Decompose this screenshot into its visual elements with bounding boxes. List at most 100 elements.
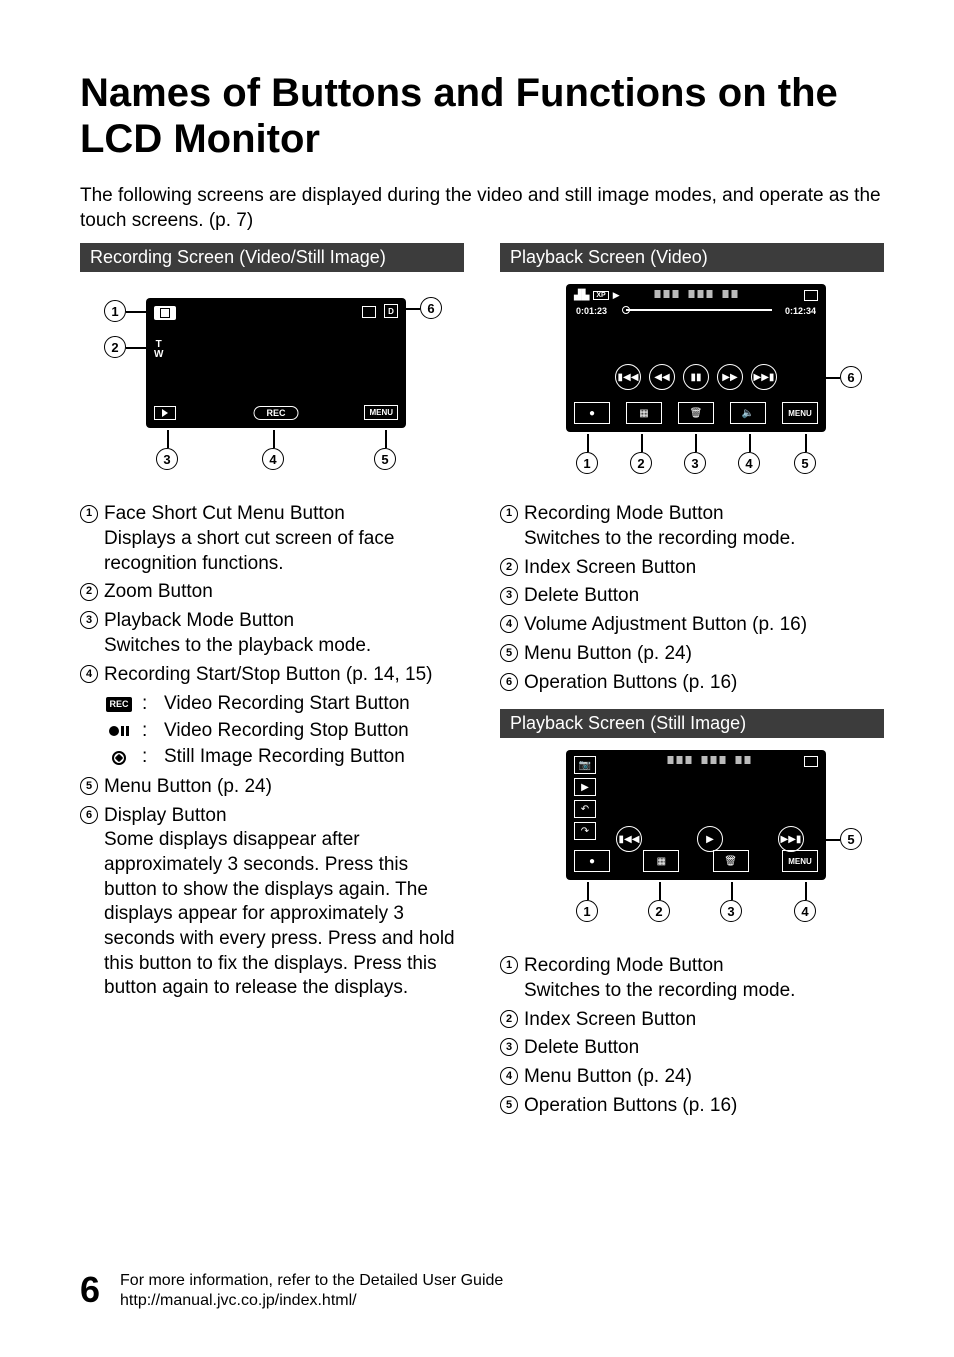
list-item-body: Display ButtonSome displays disappear af…: [104, 804, 464, 1002]
section-bar-playback-still: Playback Screen (Still Image): [500, 709, 884, 738]
camera-icon: 📷: [574, 756, 596, 774]
callout-3: 3: [720, 900, 742, 922]
list-item-body: Index Screen Button: [524, 556, 884, 581]
icon-sublist-item: :Still Image Recording Button: [104, 744, 464, 771]
list-item-desc: Some displays disappear after approximat…: [104, 828, 464, 1001]
callout-1: 1: [576, 452, 598, 474]
list-number: 4: [500, 1067, 524, 1090]
list-item-desc: Switches to the recording mode.: [524, 979, 884, 1004]
leader-line: [810, 839, 840, 841]
callout-5: 5: [840, 828, 862, 850]
list-item-body: Volume Adjustment Button (p. 16): [524, 613, 884, 638]
list-item: 1Face Short Cut Menu ButtonDisplays a sh…: [80, 502, 464, 576]
footer-line-1: For more information, refer to the Detai…: [120, 1271, 503, 1291]
list-item: 3Delete Button: [500, 1036, 884, 1061]
still-toolbar: ● ▦ 🗑 MENU: [574, 850, 818, 872]
callout-4: 4: [262, 448, 284, 470]
list-item-body: Recording Mode ButtonSwitches to the rec…: [524, 502, 884, 551]
icon-sublist-item: :Video Recording Stop Button: [104, 718, 464, 745]
list-item-title: Operation Buttons (p. 16): [524, 1094, 884, 1119]
list-item-title: Volume Adjustment Button (p. 16): [524, 613, 884, 638]
leader-line: [167, 430, 169, 448]
leader-line: [385, 430, 387, 448]
page-title: Names of Buttons and Functions on the LC…: [80, 70, 884, 162]
callout-6: 6: [420, 297, 442, 319]
list-item: 1Recording Mode ButtonSwitches to the re…: [500, 502, 884, 551]
colon: :: [142, 691, 156, 718]
prev-image-icon: ▮◀◀: [616, 826, 642, 852]
list-item-body: Operation Buttons (p. 16): [524, 671, 884, 696]
icon-sublist: REC:Video Recording Start Button:Video R…: [104, 691, 464, 771]
leader-line: [659, 882, 661, 900]
playback-op-row: ▮◀◀ ◀◀ ▮▮ ▶▶ ▶▶▮: [566, 364, 826, 390]
list-item: 4Menu Button (p. 24): [500, 1065, 884, 1090]
index-screen-icon: ▦: [626, 402, 662, 424]
list-item-body: Menu Button (p. 24): [524, 642, 884, 667]
volume-icon: 🔈: [730, 402, 766, 424]
leader-line: [805, 882, 807, 900]
list-item-title: Menu Button (p. 24): [524, 642, 884, 667]
col-right: Playback Screen (Video) ▟▙ XP ▶: [500, 243, 884, 1122]
page-footer: 6 For more information, refer to the Det…: [80, 1269, 503, 1311]
figure-recording: T W D REC MENU 1 2 6 3 4: [102, 284, 464, 484]
callout-1: 1: [104, 300, 126, 322]
callout-1: 1: [576, 900, 598, 922]
sd-card-icon: [804, 756, 818, 767]
leader-line: [804, 377, 840, 379]
section-bar-recording: Recording Screen (Video/Still Image): [80, 243, 464, 272]
list-item: 3Playback Mode ButtonSwitches to the pla…: [80, 609, 464, 658]
list-number: 2: [500, 1010, 524, 1033]
list-recording: 1Face Short Cut Menu ButtonDisplays a sh…: [80, 502, 464, 1001]
lcd-screen-playback-still: 📷 ▶ ↶ ↷ ▮◀◀ ▶: [566, 750, 826, 880]
list-number: 5: [500, 1096, 524, 1119]
list-number: 1: [500, 504, 524, 551]
list-item-title: Index Screen Button: [524, 1008, 884, 1033]
list-number: 4: [80, 665, 104, 771]
lcd-screen-recording: T W D REC MENU: [146, 298, 406, 428]
face-shortcut-icon: [154, 306, 176, 320]
list-item: 2Index Screen Button: [500, 556, 884, 581]
figure-playback-video: ▟▙ XP ▶ 0:01:23: [522, 284, 884, 484]
list-item: 2Index Screen Button: [500, 1008, 884, 1033]
still-rec-icon: [104, 751, 134, 765]
prev-file-icon: ▮◀◀: [615, 364, 641, 390]
leader-line: [126, 347, 152, 349]
list-item-title: Menu Button (p. 24): [524, 1065, 884, 1090]
playback-timeline: [626, 309, 772, 311]
list-item: 4Recording Start/Stop Button (p. 14, 15)…: [80, 663, 464, 771]
section-bar-playback-video: Playback Screen (Video): [500, 243, 884, 272]
recording-mode-icon: ●: [574, 402, 610, 424]
icon-sublist-item: REC:Video Recording Start Button: [104, 691, 464, 718]
playback-toolbar: ● ▦ 🗑 🔈 MENU: [574, 402, 818, 424]
list-item: 5Menu Button (p. 24): [80, 775, 464, 800]
filename-segments: [668, 756, 751, 764]
list-number: 4: [500, 615, 524, 638]
list-item-title: Display Button: [104, 804, 464, 829]
list-number: 2: [500, 558, 524, 581]
list-item-desc: Switches to the recording mode.: [524, 527, 884, 552]
list-item: 2Zoom Button: [80, 580, 464, 605]
forward-icon: ▶▶: [717, 364, 743, 390]
list-number: 1: [500, 956, 524, 1003]
lcd-screen-playback-video: ▟▙ XP ▶ 0:01:23: [566, 284, 826, 432]
zoom-control-icon: T W: [154, 340, 163, 360]
leader-line: [587, 882, 589, 900]
rec-stop-icon: [104, 726, 134, 736]
list-number: 1: [80, 504, 104, 576]
pause-icon: ▮▮: [683, 364, 709, 390]
leader-line: [641, 434, 643, 452]
next-image-icon: ▶▶▮: [778, 826, 804, 852]
list-playback-video: 1Recording Mode ButtonSwitches to the re…: [500, 502, 884, 695]
menu-button: MENU: [782, 850, 818, 872]
leader-line: [402, 308, 420, 310]
still-sidebar-icons: 📷 ▶ ↶ ↷: [574, 756, 596, 840]
list-item-title: Operation Buttons (p. 16): [524, 671, 884, 696]
footer-text: For more information, refer to the Detai…: [120, 1271, 503, 1311]
list-item: 6Operation Buttons (p. 16): [500, 671, 884, 696]
rotate-left-icon: ↶: [574, 800, 596, 818]
list-item-title: Menu Button (p. 24): [104, 775, 464, 800]
list-item-body: Menu Button (p. 24): [524, 1065, 884, 1090]
list-item-title: Face Short Cut Menu Button: [104, 502, 464, 527]
intro-text: The following screens are displayed duri…: [80, 184, 884, 233]
icon-sublist-label: Video Recording Start Button: [164, 691, 410, 718]
